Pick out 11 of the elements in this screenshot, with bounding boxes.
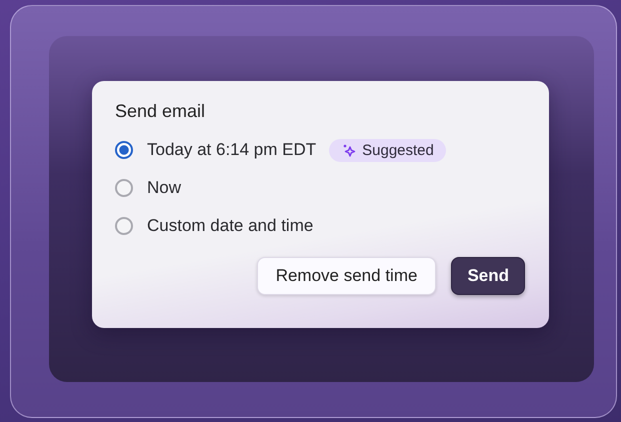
dialog-title: Send email xyxy=(115,101,206,122)
option-label: Now xyxy=(147,178,182,198)
action-button[interactable]: Send xyxy=(451,257,525,295)
sparkle-icon xyxy=(342,143,356,157)
radio-button[interactable] xyxy=(115,179,133,197)
option-label: Custom date and time xyxy=(147,216,314,236)
option-label: Today at 6:14 pm EDT xyxy=(147,140,316,160)
action-button[interactable]: Remove send time xyxy=(256,257,436,295)
radio-button[interactable] xyxy=(115,141,133,159)
suggested-badge: Suggested xyxy=(329,138,446,162)
radio-button[interactable] xyxy=(115,217,133,235)
